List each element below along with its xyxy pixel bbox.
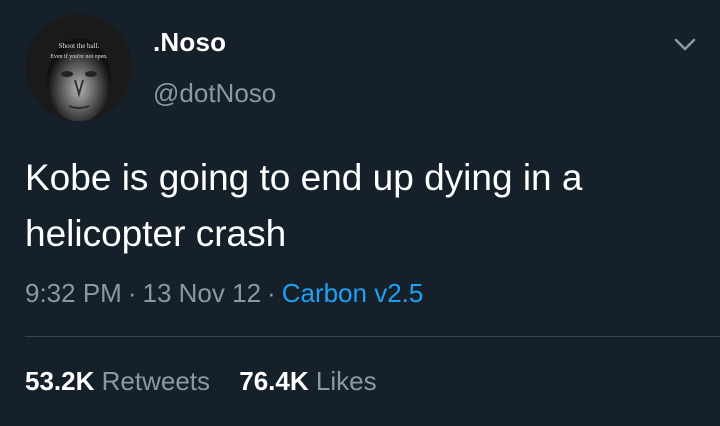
tweet-time[interactable]: 9:32 PM xyxy=(25,278,122,308)
tweet-text-line1: Kobe is going to end up dying in a xyxy=(25,157,583,198)
likes-count: 76.4K xyxy=(239,366,309,396)
tweet-date[interactable]: 13 Nov 12 xyxy=(143,278,262,308)
avatar-photo: Shoot the ball. Even if you're not open. xyxy=(25,14,132,121)
avatar[interactable]: Shoot the ball. Even if you're not open. xyxy=(25,14,132,121)
divider xyxy=(25,336,720,337)
tweet-stats: 53.2K Retweets 76.4K Likes xyxy=(25,366,377,397)
tweet-card: Shoot the ball. Even if you're not open.… xyxy=(0,0,720,426)
tweet-text-line2: helicopter crash xyxy=(25,213,287,254)
display-name[interactable]: .Noso xyxy=(153,27,226,58)
avatar-caption-line2: Even if you're not open. xyxy=(50,53,108,60)
retweets-label: Retweets xyxy=(101,366,211,396)
avatar-caption-line1: Shoot the ball. xyxy=(59,42,100,50)
likes-stat[interactable]: 76.4K Likes xyxy=(239,366,376,397)
retweets-count: 53.2K xyxy=(25,366,95,396)
meta-separator: · xyxy=(127,278,137,308)
chevron-down-icon[interactable] xyxy=(671,30,699,58)
tweet-text: Kobe is going to end up dying in a helic… xyxy=(25,150,705,262)
retweets-stat[interactable]: 53.2K Retweets xyxy=(25,366,210,397)
tweet-client-link[interactable]: Carbon v2.5 xyxy=(282,278,424,308)
meta-separator: · xyxy=(267,278,276,308)
user-handle[interactable]: @dotNoso xyxy=(153,78,276,109)
likes-label: Likes xyxy=(315,366,377,396)
tweet-meta: 9:32 PM · 13 Nov 12 · Carbon v2.5 xyxy=(25,278,423,309)
